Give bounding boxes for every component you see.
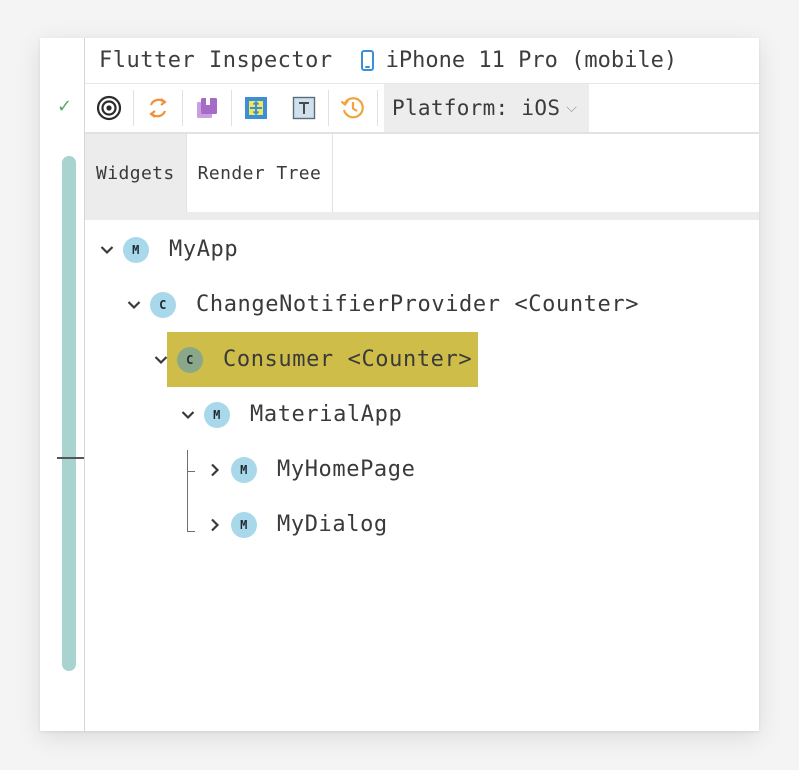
widget-tree: M MyApp C ChangeNotifierProvider <Counte… (85, 220, 759, 731)
widget-type-badge: M (231, 511, 257, 538)
tree-node-label: MyHomePage (277, 457, 416, 482)
tree-node-label: Consumer <Counter> (223, 347, 473, 372)
tree-node-label: ChangeNotifierProvider <Counter> (196, 292, 640, 317)
widget-type-badge: M (231, 456, 257, 483)
paint-baselines-icon (292, 96, 316, 120)
tree-node-myapp[interactable]: M MyApp (97, 222, 238, 277)
tree-node-myhomepage[interactable]: M MyHomePage (205, 442, 415, 497)
debug-paint-icon (245, 97, 267, 119)
panel-title: Flutter Inspector (99, 48, 333, 73)
inspector-tabs: Widgets Render Tree (85, 134, 759, 220)
chevron-down-icon[interactable] (178, 410, 198, 420)
tree-node-consumer-selected[interactable]: C Consumer <Counter> (154, 332, 479, 387)
widget-type-badge: M (204, 401, 230, 428)
debug-paint-button[interactable] (232, 84, 280, 132)
tree-guide-line (187, 450, 188, 532)
device-name: iPhone 11 Pro (mobile) (385, 48, 678, 73)
inspector-toolbar: Platform: iOS ⌵ (85, 84, 759, 134)
tree-node-mydialog[interactable]: M MyDialog (205, 497, 388, 552)
slow-animations-button[interactable] (183, 84, 231, 132)
tree-guide-line (187, 531, 195, 532)
tree-node-materialapp[interactable]: M MaterialApp (178, 387, 402, 442)
phone-icon (360, 50, 374, 71)
gutter-tick-mark (57, 457, 84, 459)
toolbar-separator (377, 90, 378, 126)
tab-widgets[interactable]: Widgets (85, 134, 187, 212)
chevron-right-icon[interactable] (205, 463, 225, 477)
chevron-down-icon[interactable] (97, 245, 117, 255)
tree-node-label: MyDialog (277, 512, 388, 537)
widget-type-badge: M (123, 236, 149, 263)
inspector-title-bar: Flutter Inspector iPhone 11 Pro (mobile) (85, 38, 759, 84)
editor-gutter: ✓ (40, 38, 85, 731)
slow-animations-icon (197, 98, 217, 118)
tree-node-label: MaterialApp (250, 402, 403, 427)
select-widget-mode-icon (96, 95, 122, 121)
repaint-rainbow-icon (340, 97, 364, 119)
device-selector[interactable]: iPhone 11 Pro (mobile) (360, 48, 678, 73)
platform-dropdown[interactable]: Platform: iOS ⌵ (384, 84, 590, 132)
tab-render-tree[interactable]: Render Tree (187, 134, 334, 212)
chevron-down-icon[interactable] (151, 355, 171, 365)
tree-node-label: MyApp (169, 237, 239, 262)
refresh-tree-button[interactable] (134, 84, 182, 132)
paint-baselines-button[interactable] (280, 84, 328, 132)
chevron-down-icon: ⌵ (566, 100, 578, 116)
platform-label: Platform: iOS (392, 96, 561, 120)
gutter-scroll-indicator[interactable] (62, 156, 76, 671)
check-icon: ✓ (57, 96, 73, 117)
flutter-inspector-window: ✓ Flutter Inspector iPhone 11 Pro (mobil… (40, 38, 759, 731)
refresh-tree-icon (149, 98, 167, 118)
widget-type-badge: C (177, 346, 203, 373)
repaint-rainbow-button[interactable] (329, 84, 377, 132)
chevron-down-icon[interactable] (124, 300, 144, 310)
tree-guide-line (187, 471, 195, 472)
select-widget-mode-button[interactable] (85, 84, 133, 132)
chevron-right-icon[interactable] (205, 518, 225, 532)
tree-node-changenotifierprovider[interactable]: C ChangeNotifierProvider <Counter> (124, 277, 639, 332)
widget-type-badge: C (150, 291, 176, 318)
